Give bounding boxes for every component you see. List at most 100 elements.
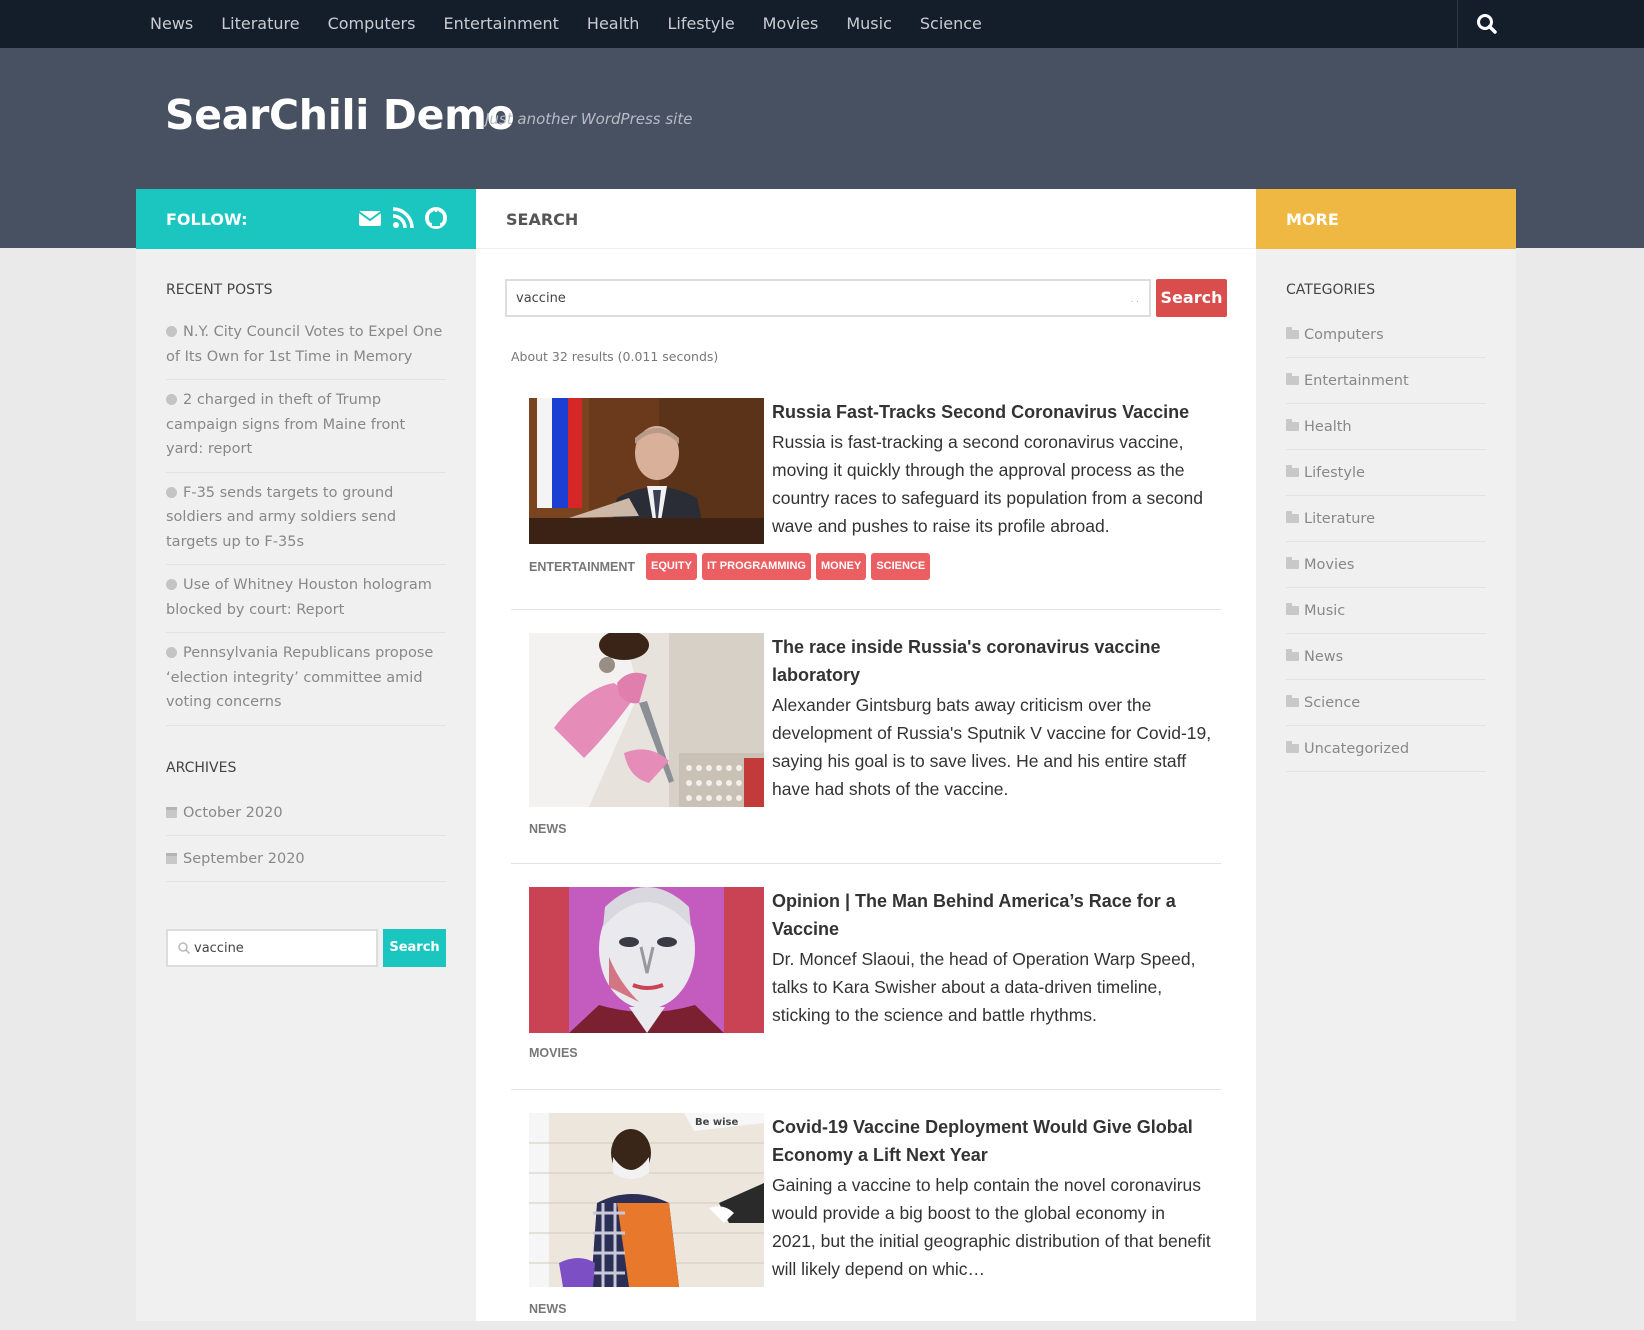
result-meta: MOVIES bbox=[529, 1046, 584, 1060]
archive-item[interactable]: October 2020 bbox=[166, 790, 446, 836]
github-icon[interactable] bbox=[424, 206, 448, 230]
folder-icon bbox=[1286, 511, 1299, 523]
nav-item-science[interactable]: Science bbox=[906, 0, 996, 48]
site-title[interactable]: SearChili Demo bbox=[165, 91, 515, 139]
recent-posts-list: N.Y. City Council Votes to Expel One of … bbox=[166, 312, 446, 726]
folder-icon bbox=[1286, 419, 1299, 431]
category-link[interactable]: Entertainment bbox=[1304, 373, 1409, 389]
category-item[interactable]: Lifestyle bbox=[1286, 450, 1486, 496]
tag-badge[interactable]: IT PROGRAMMING bbox=[701, 553, 811, 580]
category-item[interactable]: Entertainment bbox=[1286, 358, 1486, 404]
recent-post-link[interactable]: F-35 sends targets to ground soldiers an… bbox=[166, 485, 396, 550]
category-link[interactable]: Music bbox=[1304, 603, 1345, 619]
nav-item-literature[interactable]: Literature bbox=[207, 0, 313, 48]
result-category[interactable]: NEWS bbox=[529, 822, 567, 836]
recent-post-link[interactable]: Pennsylvania Republicans propose ‘electi… bbox=[166, 645, 433, 710]
categories-widget: CATEGORIES Computers Entertainment Healt… bbox=[1286, 282, 1486, 772]
sidebar-search-value: vaccine bbox=[194, 941, 244, 956]
archive-link[interactable]: October 2020 bbox=[183, 805, 283, 821]
tag-badge[interactable]: MONEY bbox=[815, 553, 867, 580]
result-title[interactable]: Opinion | The Man Behind America’s Race … bbox=[772, 887, 1207, 943]
result-title[interactable]: Russia Fast-Tracks Second Coronavirus Va… bbox=[772, 398, 1207, 426]
category-item[interactable]: Music bbox=[1286, 588, 1486, 634]
nav-item-lifestyle[interactable]: Lifestyle bbox=[653, 0, 748, 48]
category-item[interactable]: Movies bbox=[1286, 542, 1486, 588]
category-link[interactable]: Uncategorized bbox=[1304, 741, 1409, 757]
recent-post-item[interactable]: F-35 sends targets to ground soldiers an… bbox=[166, 473, 446, 565]
category-item[interactable]: Science bbox=[1286, 680, 1486, 726]
right-sidebar: MORE CATEGORIES Computers Entertainment … bbox=[1256, 189, 1516, 1321]
category-item[interactable]: Health bbox=[1286, 404, 1486, 450]
recent-post-item[interactable]: 2 charged in theft of Trump campaign sig… bbox=[166, 380, 446, 473]
nav-item-computers[interactable]: Computers bbox=[314, 0, 430, 48]
search-input[interactable]: vaccine . . bbox=[505, 279, 1151, 317]
category-item[interactable]: Uncategorized bbox=[1286, 726, 1486, 772]
result-title[interactable]: The race inside Russia's coronavirus vac… bbox=[772, 633, 1207, 689]
rss-icon[interactable] bbox=[391, 206, 415, 230]
archives-list: October 2020 September 2020 bbox=[166, 790, 446, 882]
thumb-sign-text: Be wise bbox=[695, 1117, 739, 1128]
categories-title: CATEGORIES bbox=[1286, 282, 1376, 298]
result-excerpt: Alexander Gintsburg bats away criticism … bbox=[772, 695, 1212, 799]
folder-icon bbox=[1286, 327, 1299, 339]
tag-badge[interactable]: EQUITY bbox=[646, 553, 697, 580]
archive-item[interactable]: September 2020 bbox=[166, 836, 446, 882]
nav-divider bbox=[1457, 0, 1458, 48]
recent-post-link[interactable]: 2 charged in theft of Trump campaign sig… bbox=[166, 392, 405, 457]
category-item[interactable]: Computers bbox=[1286, 312, 1486, 358]
category-link[interactable]: Health bbox=[1304, 419, 1352, 435]
envelope-icon[interactable] bbox=[358, 206, 382, 230]
result-excerpt: Russia is fast-tracking a second coronav… bbox=[772, 432, 1203, 536]
folder-icon bbox=[1286, 695, 1299, 707]
recent-post-link[interactable]: N.Y. City Council Votes to Expel One of … bbox=[166, 324, 442, 365]
clock-icon bbox=[166, 647, 177, 658]
result-thumbnail[interactable] bbox=[529, 633, 764, 807]
follow-bar: FOLLOW: bbox=[136, 189, 476, 249]
category-link[interactable]: Science bbox=[1304, 695, 1360, 711]
recent-post-link[interactable]: Use of Whitney Houston hologram blocked … bbox=[166, 577, 432, 618]
page-wrapper: FOLLOW: RECENT POSTS N.Y. City Council V… bbox=[136, 189, 1516, 1321]
nav-item-movies[interactable]: Movies bbox=[749, 0, 833, 48]
result-thumbnail[interactable]: Be wise bbox=[529, 1113, 764, 1287]
result-category[interactable]: MOVIES bbox=[529, 1046, 578, 1060]
categories-list: Computers Entertainment Health Lifestyle… bbox=[1286, 312, 1486, 772]
clock-icon bbox=[166, 486, 177, 498]
clock-icon bbox=[166, 579, 177, 590]
folder-icon bbox=[1286, 373, 1299, 385]
result-thumbnail[interactable] bbox=[529, 398, 764, 544]
page-title: SEARCH bbox=[506, 210, 579, 229]
archive-link[interactable]: September 2020 bbox=[183, 851, 305, 867]
clear-icon[interactable]: . . bbox=[1130, 295, 1139, 305]
calendar-icon bbox=[166, 853, 177, 864]
search-button[interactable]: Search bbox=[1156, 279, 1227, 317]
result-category[interactable]: ENTERTAINMENT bbox=[529, 560, 635, 574]
nav-item-entertainment[interactable]: Entertainment bbox=[429, 0, 572, 48]
recent-post-item[interactable]: N.Y. City Council Votes to Expel One of … bbox=[166, 312, 446, 380]
recent-post-item[interactable]: Pennsylvania Republicans propose ‘electi… bbox=[166, 633, 446, 726]
result-thumbnail[interactable] bbox=[529, 887, 764, 1033]
tag-badge[interactable]: SCIENCE bbox=[871, 553, 931, 580]
sidebar-search-input[interactable]: vaccine bbox=[166, 929, 378, 967]
nav-item-news[interactable]: News bbox=[136, 0, 207, 48]
result-title[interactable]: Covid-19 Vaccine Deployment Would Give G… bbox=[772, 1113, 1207, 1169]
search-result: Russia Fast-Tracks Second Coronavirus Va… bbox=[511, 398, 1221, 610]
nav-item-music[interactable]: Music bbox=[832, 0, 906, 48]
category-link[interactable]: Computers bbox=[1304, 327, 1384, 343]
result-category[interactable]: NEWS bbox=[529, 1302, 567, 1316]
category-item[interactable]: Literature bbox=[1286, 496, 1486, 542]
category-item[interactable]: News bbox=[1286, 634, 1486, 680]
recent-posts-widget: RECENT POSTS N.Y. City Council Votes to … bbox=[166, 282, 446, 726]
site-tagline: Just another WordPress site bbox=[485, 110, 693, 128]
category-link[interactable]: Lifestyle bbox=[1304, 465, 1365, 481]
archives-title: ARCHIVES bbox=[166, 760, 237, 776]
nav-item-health[interactable]: Health bbox=[573, 0, 654, 48]
category-link[interactable]: Movies bbox=[1304, 557, 1354, 573]
search-form: vaccine . . Search bbox=[505, 279, 1227, 317]
recent-post-item[interactable]: Use of Whitney Houston hologram blocked … bbox=[166, 565, 446, 633]
archives-widget: ARCHIVES October 2020 September 2020 bbox=[166, 760, 446, 882]
category-link[interactable]: Literature bbox=[1304, 511, 1375, 527]
category-link[interactable]: News bbox=[1304, 649, 1343, 665]
sidebar-search-button[interactable]: Search bbox=[383, 929, 446, 967]
clock-icon bbox=[166, 394, 177, 405]
search-icon[interactable] bbox=[1472, 10, 1502, 38]
